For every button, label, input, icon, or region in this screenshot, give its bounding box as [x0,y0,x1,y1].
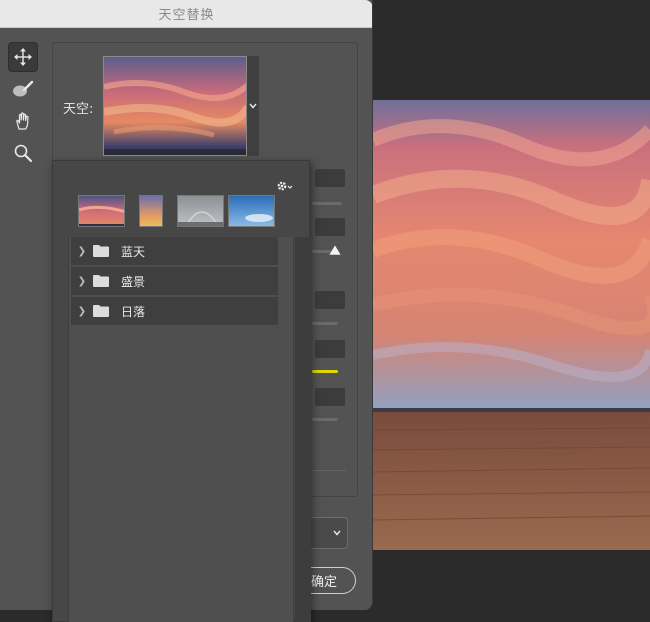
slider-thumb-icon[interactable] [328,244,342,256]
chevron-right-icon[interactable]: ❯ [71,246,93,257]
recent-sky-thumbnail[interactable] [177,195,224,227]
recent-sky-thumbnail[interactable] [228,195,275,227]
sky-label: 天空: [63,102,94,117]
popup-settings-button[interactable] [276,177,294,196]
sunset-sky-image [104,57,246,155]
zoom-tool-button[interactable] [8,138,38,168]
title-bar: 天空替换 [0,0,372,28]
folder-label: 蓝天 [121,244,146,259]
sky-preview-thumbnail[interactable] [103,56,247,156]
chevron-down-icon [333,530,341,536]
folder-icon [93,305,109,317]
sky-dropdown-toggle[interactable] [247,56,259,156]
hand-tool-button[interactable] [8,106,38,136]
chevron-right-icon[interactable]: ❯ [71,306,93,317]
canvas-preview-image [373,100,650,550]
brush-icon [13,80,34,97]
recent-sky-thumbnail[interactable] [78,195,125,227]
value-field[interactable] [315,388,345,406]
move-tool-button[interactable] [8,42,38,72]
recent-sky-thumbnail[interactable] [139,195,163,227]
chevron-right-icon[interactable]: ❯ [71,276,93,287]
folder-row-blue-sky[interactable]: ❯ 蓝天 [71,237,278,265]
folder-row-grandeur[interactable]: ❯ 盛景 [71,267,278,295]
folder-row-sunset[interactable]: ❯ 日落 [71,297,278,325]
slider-track[interactable] [312,418,338,421]
value-field[interactable] [315,340,345,358]
move-icon [14,48,32,66]
folder-icon [93,245,109,257]
zoom-icon [14,144,33,163]
gear-icon [277,181,293,191]
folder-label: 盛景 [121,274,146,289]
hand-icon [16,112,29,130]
sky-folder-list: ❯ 蓝天 ❯ 盛景 ❯ 日落 [68,237,311,622]
slider-track[interactable] [312,202,342,205]
value-field[interactable] [315,218,345,236]
sky-brush-tool-button[interactable] [8,74,38,104]
sky-presets-popup: ❯ 蓝天 ❯ 盛景 ❯ 日落 [52,160,311,622]
chevron-down-icon [249,103,257,109]
list-scrollbar[interactable] [295,237,311,622]
value-field[interactable] [315,169,345,187]
slider-track[interactable] [312,322,338,325]
divider [310,470,346,471]
value-field[interactable] [315,291,345,309]
folder-icon [93,275,109,287]
accent-slider-track[interactable] [312,370,338,373]
sunset-field-photo [373,100,650,550]
tool-column [8,42,44,170]
ok-button-label: 确定 [310,575,337,590]
dialog-title: 天空替换 [158,8,215,23]
folder-label: 日落 [121,304,146,319]
